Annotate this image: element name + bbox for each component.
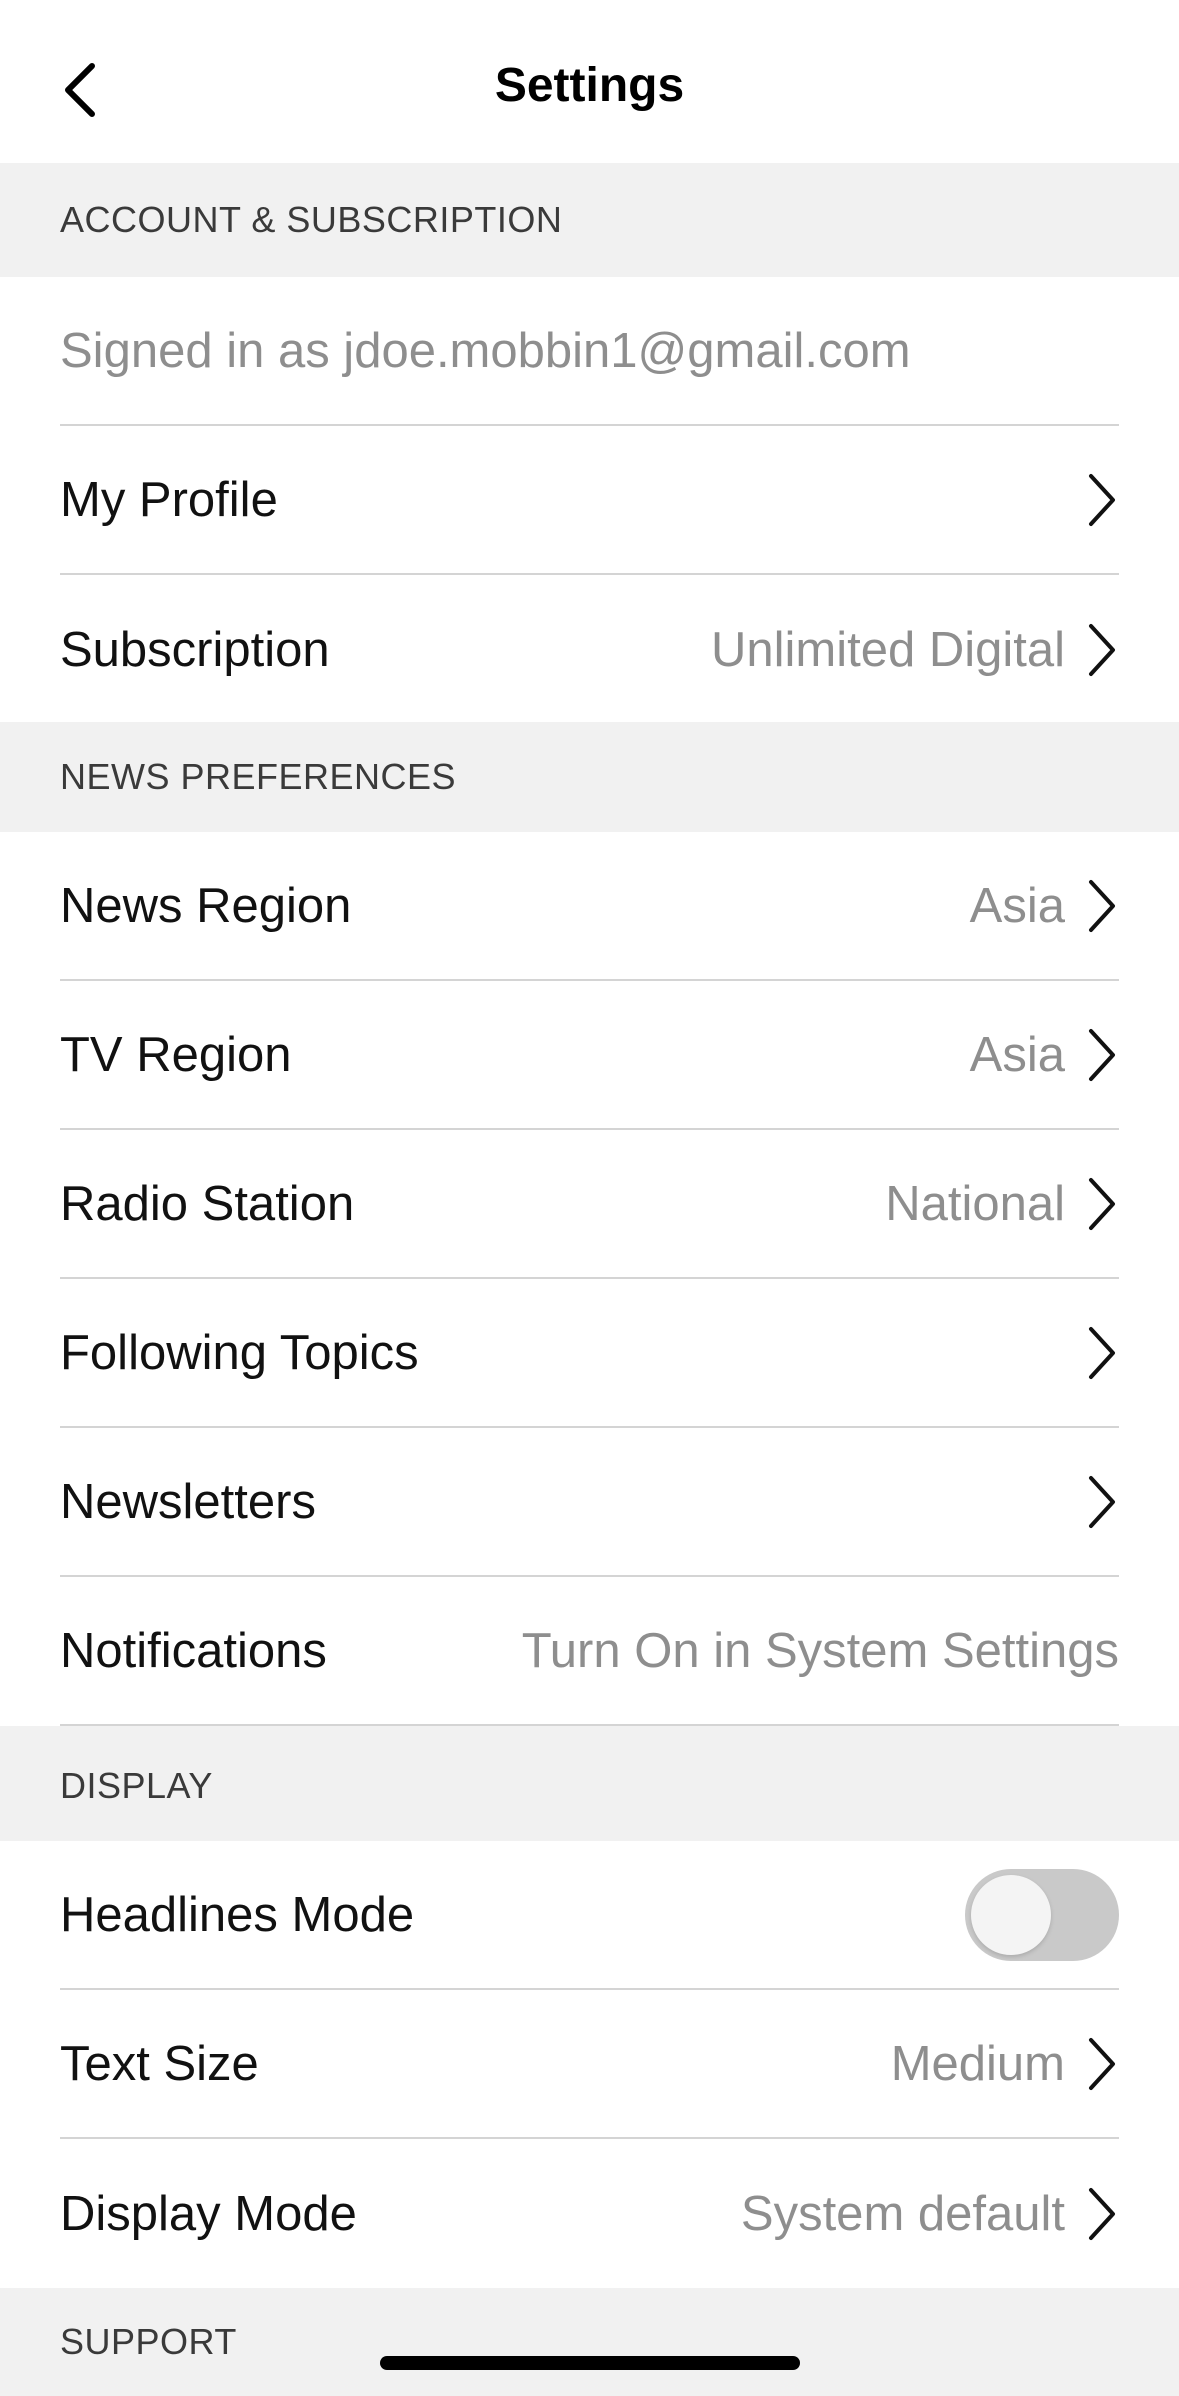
section-header-display: DISPLAY [0,1731,1179,1841]
row-label: My Profile [60,472,278,527]
chevron-right-icon [1085,1174,1119,1234]
settings-row-my-profile[interactable]: My Profile [60,426,1119,575]
settings-row-news-region[interactable]: News Region Asia [60,832,1119,981]
settings-row-subscription[interactable]: Subscription Unlimited Digital [60,575,1119,724]
chevron-right-icon [1085,1025,1119,1085]
section-header-support: SUPPORT [0,2288,1179,2396]
chevron-right-icon [1085,1472,1119,1532]
row-label: Subscription [60,622,330,677]
chevron-right-icon [1085,2034,1119,2094]
headlines-mode-toggle[interactable] [965,1868,1119,1961]
chevron-right-icon [1085,620,1119,680]
settings-row-tv-region[interactable]: TV Region Asia [60,981,1119,1130]
section-header-account: ACCOUNT & SUBSCRIPTION [0,163,1179,277]
row-value: Asia [969,878,1065,933]
signed-in-row: Signed in as jdoe.mobbin1@gmail.com [60,277,1119,426]
page-title: Settings [494,59,685,112]
row-label: News Region [60,878,352,933]
row-label: Text Size [60,2036,259,2091]
settings-row-following-topics[interactable]: Following Topics [60,1279,1119,1428]
chevron-right-icon [1085,2184,1119,2244]
settings-row-radio-station[interactable]: Radio Station National [60,1130,1119,1279]
settings-screen: Settings ACCOUNT & SUBSCRIPTION Signed i… [0,0,1179,2396]
row-value: National [885,1176,1065,1231]
row-label: TV Region [60,1027,292,1082]
signed-in-text: Signed in as jdoe.mobbin1@gmail.com [60,323,911,378]
section-news: News Region Asia TV Region Asia Radio St… [0,832,1179,1726]
row-value: System default [740,2186,1065,2241]
row-label: Notifications [60,1623,327,1678]
row-value: Medium [890,2036,1065,2091]
section-header-news: NEWS PREFERENCES [0,722,1179,832]
settings-row-headlines-mode: Headlines Mode [60,1841,1119,1990]
row-value: Unlimited Digital [710,622,1065,677]
settings-row-newsletters[interactable]: Newsletters [60,1428,1119,1577]
chevron-right-icon [1085,876,1119,936]
home-indicator [380,2356,800,2370]
nav-bar: Settings [0,0,1179,163]
row-value: Turn On in System Settings [521,1623,1119,1678]
row-label: Radio Station [60,1176,355,1231]
row-label: Newsletters [60,1474,316,1529]
settings-row-text-size[interactable]: Text Size Medium [60,1990,1119,2139]
toggle-knob [971,1874,1051,1955]
chevron-right-icon [1085,1323,1119,1383]
settings-row-display-mode[interactable]: Display Mode System default [60,2139,1119,2288]
section-account: Signed in as jdoe.mobbin1@gmail.com My P… [0,277,1179,724]
row-label: Display Mode [60,2186,357,2241]
row-label: Following Topics [60,1325,419,1380]
row-label: Headlines Mode [60,1887,415,1942]
settings-row-notifications[interactable]: Notifications Turn On in System Settings [60,1577,1119,1726]
row-value: Asia [969,1027,1065,1082]
chevron-right-icon [1085,470,1119,530]
section-display: Headlines Mode Text Size Medium Display … [0,1841,1179,2288]
